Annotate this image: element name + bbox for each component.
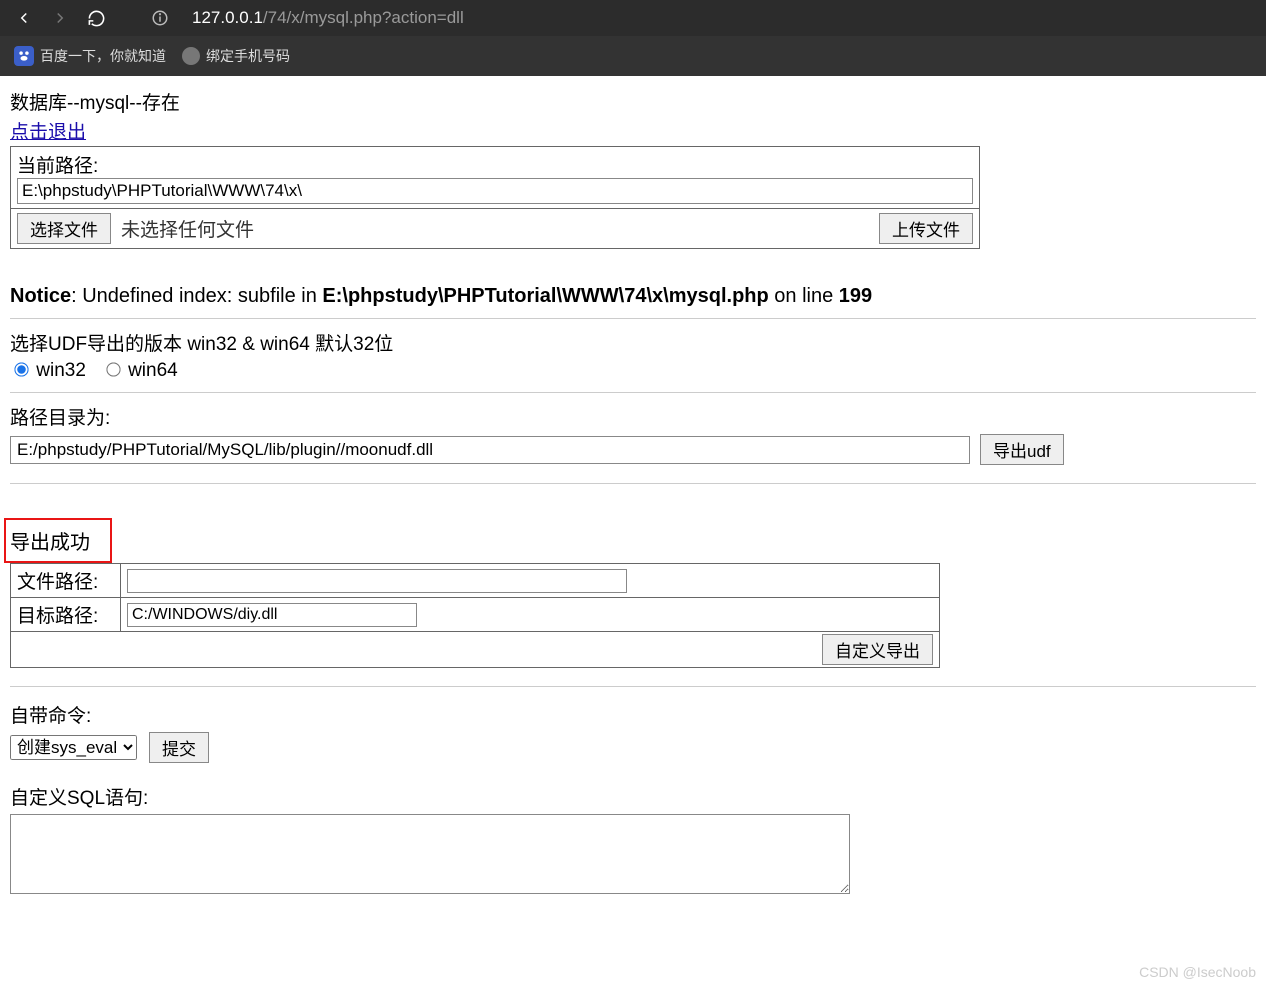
divider <box>10 483 1256 484</box>
page-title: 数据库--mysql--存在 <box>10 88 1256 115</box>
notice-mid: : Undefined index: subfile in <box>71 285 322 307</box>
upload-file-button[interactable]: 上传文件 <box>879 213 973 244</box>
file-path-input[interactable] <box>127 569 627 593</box>
browser-nav-bar: 127.0.0.1/74/x/mysql.php?action=dll <box>0 0 1266 36</box>
custom-sql-textarea[interactable] <box>10 814 850 894</box>
bookmark-baidu[interactable]: 百度一下，你就知道 <box>14 46 166 66</box>
url-host: 127.0.0.1 <box>192 8 263 28</box>
url-path: /74/x/mysql.php?action=dll <box>263 8 464 28</box>
notice-online: on line <box>769 285 839 307</box>
current-path-label: 当前路径: <box>17 151 973 178</box>
cmd-submit-button[interactable]: 提交 <box>149 732 209 763</box>
choose-file-button[interactable]: 选择文件 <box>17 213 111 244</box>
reload-icon[interactable] <box>82 4 110 32</box>
bookmark-bar: 百度一下，你就知道 绑定手机号码 <box>0 36 1266 76</box>
custom-export-table: 文件路径: 目标路径: 自定义导出 <box>10 563 940 668</box>
custom-sql-label: 自定义SQL语句: <box>10 783 1256 810</box>
bookmark-phone-label: 绑定手机号码 <box>206 46 290 66</box>
forward-icon[interactable] <box>46 4 74 32</box>
target-path-label: 目标路径: <box>11 598 121 632</box>
notice-file: E:\phpstudy\PHPTutorial\WWW\74\x\mysql.p… <box>322 285 768 307</box>
address-bar[interactable]: 127.0.0.1/74/x/mysql.php?action=dll <box>182 8 464 28</box>
divider <box>10 318 1256 319</box>
upload-table: 当前路径: 选择文件 未选择任何文件 上传文件 <box>10 146 980 249</box>
custom-export-button[interactable]: 自定义导出 <box>822 634 933 665</box>
radio-win64-wrap[interactable]: win64 <box>102 360 178 381</box>
radio-win32[interactable] <box>14 362 28 376</box>
bookmark-phone[interactable]: 绑定手机号码 <box>182 46 290 66</box>
notice-line: 199 <box>839 285 872 307</box>
divider <box>10 686 1256 687</box>
globe-icon <box>182 47 200 65</box>
back-icon[interactable] <box>10 4 38 32</box>
radio-win32-wrap[interactable]: win32 <box>10 360 91 381</box>
php-notice: Notice: Undefined index: subfile in E:\p… <box>10 285 1256 308</box>
export-success-status: 导出成功 <box>4 518 112 563</box>
udf-version-label: 选择UDF导出的版本 win32 & win64 默认32位 <box>10 329 1256 356</box>
export-path-label: 路径目录为: <box>10 403 1256 430</box>
divider <box>10 392 1256 393</box>
exit-link[interactable]: 点击退出 <box>10 122 86 143</box>
radio-win32-label: win32 <box>36 360 86 381</box>
builtin-cmd-label: 自带命令: <box>10 701 1256 728</box>
watermark: CSDN @IsecNoob <box>1139 964 1256 980</box>
current-path-input[interactable] <box>17 178 973 204</box>
radio-win64-label: win64 <box>128 360 178 381</box>
no-file-label: 未选择任何文件 <box>117 215 254 242</box>
bookmark-baidu-label: 百度一下，你就知道 <box>40 46 166 66</box>
info-icon[interactable] <box>146 4 174 32</box>
baidu-icon <box>14 46 34 66</box>
radio-win64[interactable] <box>106 362 120 376</box>
target-path-input[interactable] <box>127 603 417 627</box>
file-path-label: 文件路径: <box>11 564 121 598</box>
export-udf-button[interactable]: 导出udf <box>980 434 1064 465</box>
builtin-cmd-select[interactable]: 创建sys_eval <box>10 735 137 760</box>
notice-prefix: Notice <box>10 285 71 307</box>
export-path-input[interactable] <box>10 436 970 464</box>
